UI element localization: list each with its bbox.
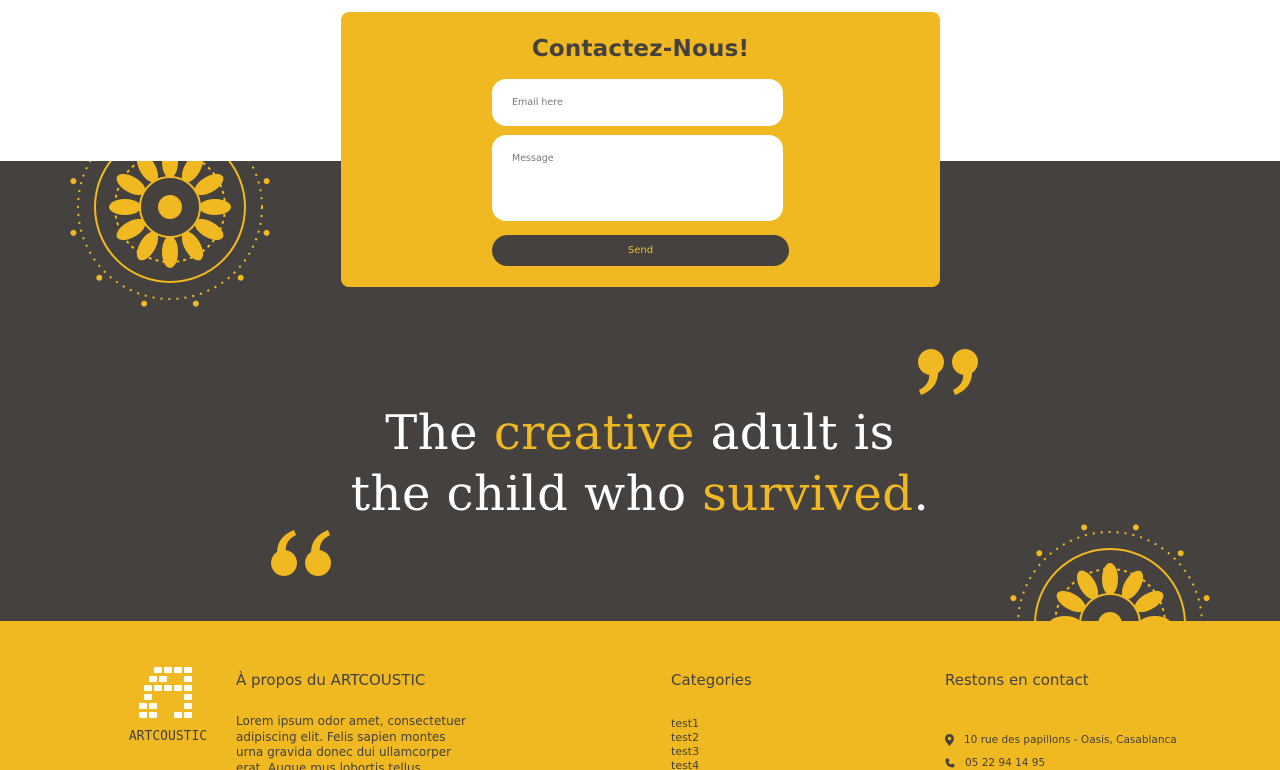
logo-mark-icon <box>139 667 192 718</box>
location-pin-icon <box>945 734 954 746</box>
phone-icon <box>945 758 955 768</box>
about-text: Lorem ipsum odor amet, consectetuer adip… <box>236 714 466 770</box>
message-field[interactable] <box>492 135 783 221</box>
address-text: 10 rue des papillons - Oasis, Casablanca <box>964 734 1177 746</box>
address-line: 10 rue des papillons - Oasis, Casablanca <box>945 734 1177 746</box>
mandala-right-decoration <box>1010 524 1210 621</box>
quote-highlight-survived: survived <box>702 466 914 522</box>
contact-title: Contactez-Nous! <box>531 36 750 62</box>
phone-text: 05 22 94 14 95 <box>965 757 1046 769</box>
category-item: test4 <box>671 759 699 770</box>
send-button[interactable]: Send <box>492 235 789 266</box>
phone-line: 05 22 94 14 95 <box>945 757 1045 769</box>
footer: ARTCOUSTIC À propos du ARTCOUSTIC Lorem … <box>0 621 1280 770</box>
quote-text: The creative adult is the child who surv… <box>240 403 1040 525</box>
about-title: À propos du ARTCOUSTIC <box>236 671 426 689</box>
category-link[interactable]: test2 <box>671 731 699 744</box>
artcoustic-logo[interactable]: ARTCOUSTIC <box>127 665 209 750</box>
category-item: test3 <box>671 745 699 759</box>
logo-text: ARTCOUSTIC <box>128 729 208 744</box>
category-item: test2 <box>671 731 699 745</box>
category-link[interactable]: test1 <box>671 717 699 730</box>
category-item: test1 <box>671 717 699 731</box>
contact-form-card: Contactez-Nous! Send <box>341 12 940 287</box>
email-field[interactable] <box>492 79 783 126</box>
quote-part4: . <box>913 466 930 522</box>
quote-part2: adult is <box>694 405 895 461</box>
quote-part1: The <box>385 405 494 461</box>
quote-part3: the child who <box>350 466 703 522</box>
categories-list: test1 test2 test3 test4 <box>671 717 699 770</box>
contact-column-title: Restons en contact <box>945 671 1089 689</box>
categories-title: Categories <box>671 671 752 689</box>
category-link[interactable]: test3 <box>671 745 699 758</box>
quote-close-icon <box>918 349 978 395</box>
quote-open-icon <box>271 530 331 576</box>
category-link[interactable]: test4 <box>671 759 699 770</box>
mandala-left-decoration <box>70 161 270 307</box>
quote-highlight-creative: creative <box>493 405 695 461</box>
